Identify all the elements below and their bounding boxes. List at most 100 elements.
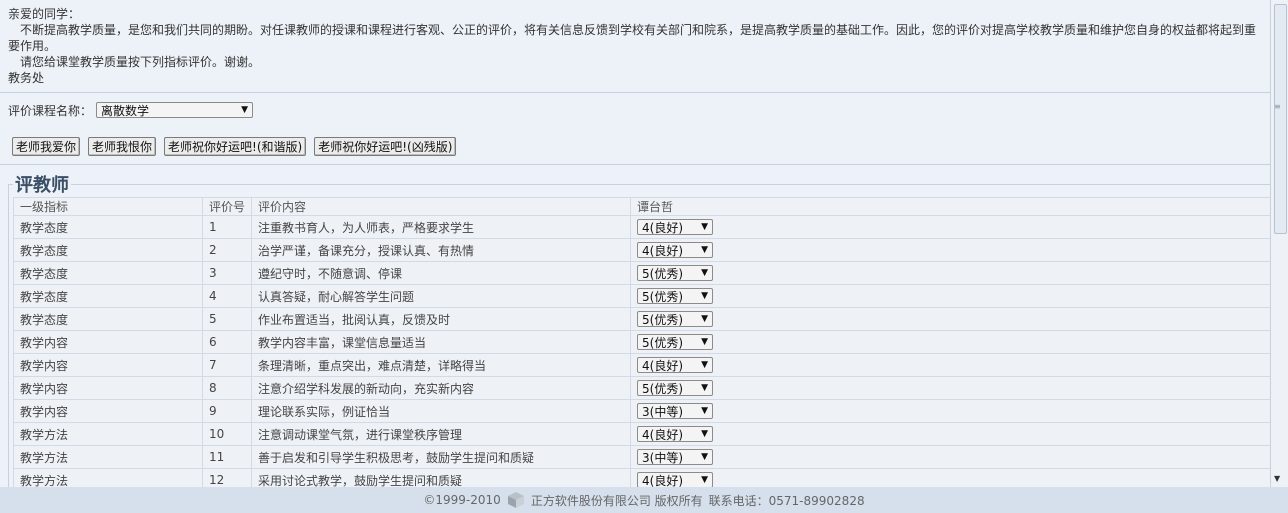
- rating-select-value: 4(良好): [642, 358, 684, 373]
- row-category: 教学内容: [13, 353, 203, 377]
- footer-company: 正方软件股份有限公司 版权所有: [530, 493, 703, 508]
- row-rating-cell: 5(优秀) ▼: [630, 261, 1270, 285]
- rating-select[interactable]: 4(良好) ▼: [637, 242, 714, 258]
- row-rating-cell: 5(优秀) ▼: [630, 330, 1270, 354]
- rating-select[interactable]: 4(良好) ▼: [637, 219, 714, 235]
- good-luck-harmony-button[interactable]: 老师祝你好运吧!(和谐版): [164, 137, 307, 156]
- dropdown-arrow-icon: ▼: [701, 222, 709, 232]
- teacher-evaluation-section: 评教师 一级指标 评价号 评价内容 谭台哲 教学态度 1 注重教书育人，为人师表，严…: [8, 171, 1270, 488]
- vertical-scrollbar[interactable]: ≡ ▼: [1270, 0, 1288, 487]
- rating-select[interactable]: 5(优秀) ▼: [637, 288, 714, 304]
- dropdown-arrow-icon: ▼: [701, 360, 709, 370]
- dropdown-arrow-icon: ▼: [701, 337, 709, 347]
- company-logo-icon: [507, 492, 524, 508]
- dropdown-arrow-icon: ▼: [701, 268, 709, 278]
- row-category: 教学内容: [13, 399, 203, 423]
- rating-select-value: 3(中等): [642, 404, 684, 419]
- row-content: 遵纪守时，不随意调、停课: [251, 261, 632, 285]
- course-label: 评价课程名称：: [8, 103, 93, 118]
- scroll-down-arrow-icon[interactable]: ▼: [1274, 474, 1280, 483]
- hate-teacher-button[interactable]: 老师我恨你: [88, 137, 157, 156]
- row-category: 教学态度: [13, 215, 203, 239]
- row-number: 3: [201, 261, 253, 285]
- course-select-value: 离散数学: [101, 103, 150, 118]
- dropdown-arrow-icon: ▼: [701, 452, 709, 462]
- row-number: 4: [201, 284, 253, 308]
- table-row: 教学态度 1 注重教书育人，为人师表，严格要求学生 4(良好) ▼: [13, 215, 1270, 239]
- dropdown-arrow-icon: ▼: [701, 245, 709, 255]
- table-row: 教学态度 4 认真答疑，耐心解答学生问题 5(优秀) ▼: [13, 284, 1270, 308]
- table-header-row: 一级指标 评价号 评价内容 谭台哲: [13, 197, 1270, 216]
- row-rating-cell: 4(良好) ▼: [630, 238, 1270, 262]
- scrollbar-thumb[interactable]: [1274, 4, 1287, 234]
- row-category: 教学内容: [13, 376, 203, 400]
- row-number: 10: [201, 422, 253, 446]
- row-content: 治学严谨，备课充分，授课认真、有热情: [251, 238, 632, 262]
- table-row: 教学方法 10 注意调动课堂气氛，进行课堂秩序管理 4(良好) ▼: [13, 422, 1270, 446]
- table-row: 教学方法 12 采用讨论式教学，鼓励学生提问和质疑 4(良好) ▼: [13, 468, 1270, 488]
- rating-select[interactable]: 5(优秀) ▼: [637, 265, 714, 281]
- row-content: 注意调动课堂气氛，进行课堂秩序管理: [251, 422, 632, 446]
- table-row: 教学态度 5 作业布置适当，批阅认真，反馈及时 5(优秀) ▼: [13, 307, 1270, 331]
- row-rating-cell: 4(良好) ▼: [630, 215, 1270, 239]
- dropdown-arrow-icon: ▼: [241, 105, 249, 115]
- intro-paragraph-1: 不断提高教学质量，是您和我们共同的期盼。对任课教师的授课和课程进行客观、公正的评…: [8, 23, 1257, 53]
- rating-select[interactable]: 4(良好) ▼: [637, 426, 714, 442]
- rating-select[interactable]: 3(中等) ▼: [637, 449, 714, 465]
- intro-signoff: 教务处: [8, 71, 45, 85]
- row-rating-cell: 5(优秀) ▼: [630, 307, 1270, 331]
- row-content: 理论联系实际，例证恰当: [251, 399, 632, 423]
- row-number: 11: [201, 445, 253, 469]
- row-content: 教学内容丰富，课堂信息量适当: [251, 330, 632, 354]
- row-number: 1: [201, 215, 253, 239]
- dropdown-arrow-icon: ▼: [701, 314, 709, 324]
- row-category: 教学方法: [13, 445, 203, 469]
- dropdown-arrow-icon: ▼: [701, 429, 709, 439]
- rating-select[interactable]: 3(中等) ▼: [637, 403, 714, 419]
- quick-action-buttons: 老师我爱你 老师我恨你 老师祝你好运吧!(和谐版) 老师祝你好运吧!(凶残版): [0, 127, 1270, 165]
- table-row: 教学方法 11 善于启发和引导学生积极思考，鼓励学生提问和质疑 3(中等) ▼: [13, 445, 1270, 469]
- dropdown-arrow-icon: ▼: [701, 406, 709, 416]
- rating-select[interactable]: 5(优秀) ▼: [637, 311, 714, 327]
- dropdown-arrow-icon: ▼: [701, 383, 709, 393]
- header-number: 评价号: [201, 197, 253, 216]
- rating-select[interactable]: 5(优秀) ▼: [637, 334, 714, 350]
- row-number: 8: [201, 376, 253, 400]
- row-content: 善于启发和引导学生积极思考，鼓励学生提问和质疑: [251, 445, 632, 469]
- header-teacher: 谭台哲: [630, 197, 1270, 216]
- rating-select-value: 4(良好): [642, 243, 684, 258]
- rating-select-value: 4(良好): [642, 220, 684, 235]
- rating-select[interactable]: 4(良好) ▼: [637, 472, 714, 488]
- table-row: 教学态度 2 治学严谨，备课充分，授课认真、有热情 4(良好) ▼: [13, 238, 1270, 262]
- love-teacher-button[interactable]: 老师我爱你: [12, 137, 81, 156]
- row-number: 9: [201, 399, 253, 423]
- rating-select-value: 4(良好): [642, 473, 684, 488]
- row-content: 注重教书育人，为人师表，严格要求学生: [251, 215, 632, 239]
- section-title: 评教师: [15, 175, 69, 196]
- header-content: 评价内容: [251, 197, 632, 216]
- row-category: 教学内容: [13, 330, 203, 354]
- good-luck-fierce-button[interactable]: 老师祝你好运吧!(凶残版): [314, 137, 457, 156]
- row-number: 7: [201, 353, 253, 377]
- rating-select-value: 3(中等): [642, 450, 684, 465]
- footer: ©1999-2010 正方软件股份有限公司 版权所有 联系电话：0571-899…: [0, 487, 1288, 513]
- rating-select[interactable]: 4(良好) ▼: [637, 357, 714, 373]
- course-select[interactable]: 离散数学 ▼: [96, 102, 254, 118]
- course-selector-row: 评价课程名称： 离散数学 ▼: [0, 93, 1270, 127]
- intro-greeting: 亲爱的同学：: [8, 7, 81, 21]
- grip-icon: ≡: [1274, 102, 1281, 111]
- row-number: 6: [201, 330, 253, 354]
- row-category: 教学方法: [13, 422, 203, 446]
- dropdown-arrow-icon: ▼: [701, 475, 709, 485]
- intro-paragraph-2: 请您给课堂教学质量按下列指标评价。谢谢。: [20, 55, 261, 69]
- row-rating-cell: 5(优秀) ▼: [630, 284, 1270, 308]
- row-content: 注意介绍学科发展的新动向，充实新内容: [251, 376, 632, 400]
- rating-select-value: 4(良好): [642, 427, 684, 442]
- row-rating-cell: 5(优秀) ▼: [630, 376, 1270, 400]
- row-rating-cell: 4(良好) ▼: [630, 353, 1270, 377]
- row-category: 教学态度: [13, 238, 203, 262]
- row-content: 采用讨论式教学，鼓励学生提问和质疑: [251, 468, 632, 487]
- footer-phone: 联系电话：0571-89902828: [708, 493, 865, 508]
- rating-select-value: 5(优秀): [642, 381, 684, 396]
- rating-select[interactable]: 5(优秀) ▼: [637, 380, 714, 396]
